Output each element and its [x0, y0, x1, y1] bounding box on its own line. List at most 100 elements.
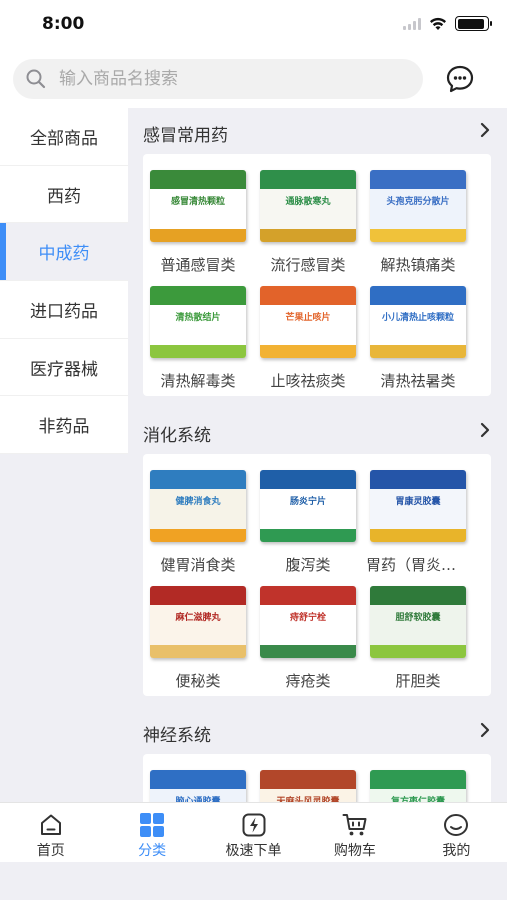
product-image: 清热散结片 — [150, 286, 246, 358]
subcategory-item[interactable]: 芒果止咳片止咳祛痰类 — [253, 280, 363, 396]
product-box-text: 通脉散寒丸 — [285, 197, 331, 208]
section-title: 消化系统 — [143, 426, 211, 446]
tab-cart[interactable]: 购物车 — [304, 803, 405, 862]
product-stripe — [260, 645, 356, 658]
search-input[interactable] — [59, 69, 389, 89]
section-title: 神经系统 — [143, 726, 211, 746]
section-header[interactable]: 消化系统 — [128, 408, 507, 454]
product-stripe — [150, 345, 246, 358]
sidebar-item-4[interactable]: 医疗器械 — [0, 339, 128, 397]
product-stripe — [150, 229, 246, 242]
product-box-text: 痔舒宁栓 — [289, 613, 326, 624]
chevron-right-icon[interactable] — [479, 721, 491, 739]
subcategory-label: 止咳祛痰类 — [270, 372, 346, 390]
product-box-text: 胆舒软胶囊 — [395, 613, 441, 624]
section-header[interactable]: 感冒常用药 — [128, 108, 507, 154]
subcategory-item[interactable]: 胆舒软胶囊 肝胆类 — [363, 580, 473, 696]
subcategory-item[interactable]: 胃康灵胶囊胃药（胃炎、胃溃疡类） — [363, 464, 473, 580]
wifi-icon — [430, 17, 446, 30]
product-band — [150, 770, 246, 789]
tab-category[interactable]: 分类 — [101, 803, 202, 862]
tab-profile[interactable]: 我的 — [406, 803, 507, 862]
tab-category-label: 分类 — [138, 843, 167, 859]
product-grid: 脑心通胶囊 天麻头风灵胶囊 复方枣仁胶囊 — [143, 764, 491, 802]
status-icons — [403, 16, 492, 31]
subcategory-label: 清热解毒类 — [160, 372, 236, 390]
subcategory-item[interactable]: 清热散结片清热解毒类 — [143, 280, 253, 396]
status-bar: 8:00 — [0, 0, 507, 50]
subcategory-label: 痔疮类 — [285, 672, 331, 690]
product-box-text: 天麻头风灵胶囊 — [266, 794, 350, 802]
search-box[interactable] — [13, 59, 423, 99]
tab-profile-label: 我的 — [442, 843, 471, 859]
profile-icon — [444, 814, 469, 836]
subcategory-item[interactable]: 天麻头风灵胶囊 — [253, 764, 363, 802]
subcategory-label: 肝胆类 — [395, 672, 441, 690]
product-box-text: 肠炎宁片 — [289, 497, 326, 508]
product-band — [370, 586, 466, 605]
tab-home-label: 首页 — [36, 843, 65, 859]
subcategory-item[interactable]: 健脾消食丸健胃消食类 — [143, 464, 253, 580]
product-band — [370, 770, 466, 789]
quick-order-icon — [242, 813, 266, 837]
sidebar-item-5[interactable]: 非药品 — [0, 396, 128, 455]
product-stripe — [370, 645, 466, 658]
product-box-text: 胃康灵胶囊 — [395, 497, 441, 508]
product-image: 肠炎宁片 — [260, 470, 356, 542]
product-image: 感冒清热颗粒 — [150, 170, 246, 242]
section-card: 脑心通胶囊 天麻头风灵胶囊 复方枣仁胶囊 — [143, 754, 491, 802]
search-area — [0, 50, 507, 108]
product-band — [260, 286, 356, 305]
sidebar-item-1[interactable]: 西药 — [0, 166, 128, 224]
tab-quick-order-label: 极速下单 — [225, 843, 282, 859]
battery-icon — [455, 16, 492, 31]
cellular-signal-icon — [403, 17, 421, 30]
subcategory-item[interactable]: 复方枣仁胶囊 — [363, 764, 473, 802]
product-image: 芒果止咳片 — [260, 286, 356, 358]
product-band — [260, 170, 356, 189]
tab-cart-label: 购物车 — [333, 843, 376, 859]
subcategory-item[interactable]: 小儿清热止咳颗粒 清热祛暑类 — [363, 280, 473, 396]
product-image: 复方枣仁胶囊 — [370, 770, 466, 802]
section-header[interactable]: 神经系统 — [128, 708, 507, 754]
subcategory-item[interactable]: 肠炎宁片 腹泻类 — [253, 464, 363, 580]
product-box-text: 感冒清热颗粒 — [170, 197, 225, 208]
tab-home[interactable]: 首页 — [0, 803, 101, 862]
product-image: 头孢克肟分散片 — [370, 170, 466, 242]
product-image: 天麻头风灵胶囊 — [260, 770, 356, 802]
product-band — [150, 470, 246, 489]
sidebar-item-0[interactable]: 全部商品 — [0, 108, 128, 166]
tab-quick-order[interactable]: 极速下单 — [203, 803, 304, 862]
product-stripe — [370, 529, 466, 542]
subcategory-item[interactable]: 感冒清热颗粒普通感冒类 — [143, 164, 253, 280]
subcategory-item[interactable]: 麻仁滋脾丸 便秘类 — [143, 580, 253, 696]
product-image: 脑心通胶囊 — [150, 770, 246, 802]
subcategory-label: 胃药（胃炎、胃溃疡类） — [366, 556, 470, 574]
sidebar-item-3[interactable]: 进口药品 — [0, 281, 128, 339]
home-indicator-area — [0, 862, 507, 900]
chevron-right-icon[interactable] — [479, 121, 491, 139]
subcategory-label: 解热镇痛类 — [380, 256, 456, 274]
sidebar-item-2[interactable]: 中成药 — [0, 223, 128, 282]
product-band — [370, 470, 466, 489]
category-content: 感冒常用药 感冒清热颗粒 普通感冒类 通脉散寒丸 流行感冒类 头孢克肟分散片 解热镇痛类 清热… — [128, 108, 507, 802]
chevron-right-icon[interactable] — [479, 421, 491, 439]
subcategory-item[interactable]: 头孢克肟分散片解热镇痛类 — [363, 164, 473, 280]
subcategory-item[interactable]: 脑心通胶囊 — [143, 764, 253, 802]
message-icon[interactable] — [445, 64, 475, 94]
section-card: 健脾消食丸健胃消食类肠炎宁片腹泻类胃康灵胶囊胃药（胃炎、胃溃疡类）麻仁滋脾丸便秘… — [143, 454, 491, 696]
subcategory-item[interactable]: 通脉散寒丸流行感冒类 — [253, 164, 363, 280]
product-band — [370, 170, 466, 189]
product-band — [150, 170, 246, 189]
product-box-text: 麻仁滋脾丸 — [175, 613, 221, 624]
subcategory-label: 普通感冒类 — [160, 256, 236, 274]
product-box-text: 健脾消食丸 — [175, 497, 221, 508]
subcategory-item[interactable]: 痔舒宁栓 痔疮类 — [253, 580, 363, 696]
section-title: 感冒常用药 — [143, 126, 228, 146]
product-stripe — [260, 229, 356, 242]
section-card: 感冒清热颗粒 普通感冒类 通脉散寒丸 流行感冒类 头孢克肟分散片 解热镇痛类 清热散结片 清热… — [143, 154, 491, 396]
product-image: 通脉散寒丸 — [260, 170, 356, 242]
subcategory-label: 流行感冒类 — [270, 256, 346, 274]
category-sidebar: 全部商品 西药 中成药 进口药品 医疗器械 非药品 — [0, 108, 128, 455]
subcategory-label: 健胃消食类 — [160, 556, 236, 574]
